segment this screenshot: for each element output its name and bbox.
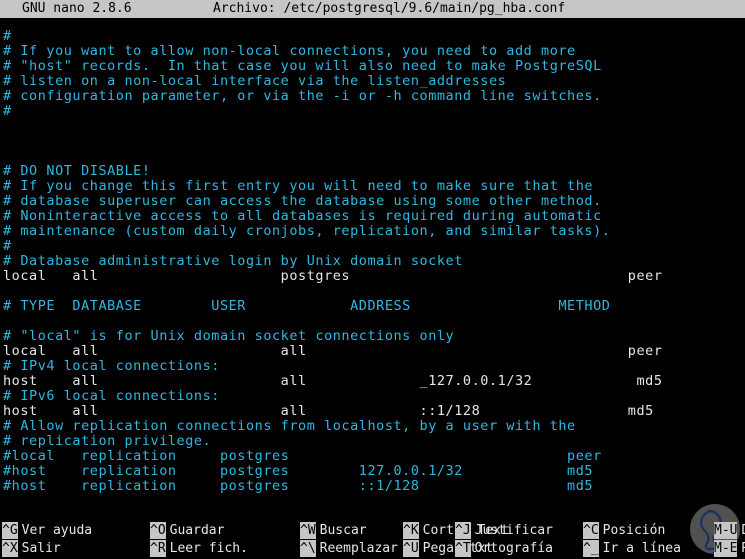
shortcut-label: Guardar xyxy=(166,523,225,538)
open-file-path-label: Archivo: /etc/postgresql/9.6/main/pg_hba… xyxy=(213,0,565,18)
editor-line: # xyxy=(0,104,745,119)
editor-line xyxy=(0,149,745,164)
editor-line: # IPv6 local connections: xyxy=(0,389,745,404)
shortcut-key-badge: ^C xyxy=(583,522,599,539)
nano-editor-window: GNU nano 2.8.6 Archivo: /etc/postgresql/… xyxy=(0,0,745,559)
editor-line: local all postgres peer xyxy=(0,269,745,284)
shortcut-buscar[interactable]: ^WBuscar xyxy=(300,521,367,539)
shortcut-ir-a-l-nea[interactable]: ^_Ir a línea xyxy=(583,539,681,557)
shortcut-key-badge: M-U xyxy=(714,522,737,539)
editor-line: host all all ::1/128 md5 xyxy=(0,404,745,419)
shortcut-label: Buscar xyxy=(316,523,367,538)
editor-line: # xyxy=(0,239,745,254)
nano-version-label: GNU nano 2.8.6 xyxy=(22,0,132,18)
shortcut-label: Rehacer xyxy=(737,541,745,556)
shortcut-key-badge: ^\ xyxy=(300,540,316,557)
editor-line: # TYPE DATABASE USER ADDRESS METHOD xyxy=(0,299,745,314)
editor-line: # configuration parameter, or via the -i… xyxy=(0,89,745,104)
shortcut-label: Leer fich. xyxy=(166,541,248,556)
line-text-after-cursor: 127.0.0.1/32 md5 xyxy=(428,373,662,389)
titlebar: GNU nano 2.8.6 Archivo: /etc/postgresql/… xyxy=(0,0,745,18)
editor-line: # "local" is for Unix domain socket conn… xyxy=(0,329,745,344)
editor-line: # replication privilege. xyxy=(0,434,745,449)
shortcut-label: Deshacer xyxy=(737,523,745,538)
shortcut-guardar[interactable]: ^OGuardar xyxy=(150,521,224,539)
text-cursor: _ xyxy=(420,373,429,389)
shortcut-label: Salir xyxy=(18,541,61,556)
shortcut-label: Ortografía xyxy=(471,541,553,556)
shortcut-key-badge: ^U xyxy=(403,540,419,557)
editor-line: # xyxy=(0,29,745,44)
editor-text-area[interactable]: ## If you want to allow non-local connec… xyxy=(0,18,745,519)
shortcut-key-badge: ^X xyxy=(2,540,18,557)
editor-line xyxy=(0,284,745,299)
shortcut-posici-n[interactable]: ^CPosición xyxy=(583,521,665,539)
editor-line: # Database administrative login by Unix … xyxy=(0,254,745,269)
editor-line: local all all peer xyxy=(0,344,745,359)
shortcut-key-badge: M-E xyxy=(714,540,737,557)
editor-line: # IPv4 local connections: xyxy=(0,359,745,374)
editor-line xyxy=(0,119,745,134)
editor-line: #local replication postgres peer xyxy=(0,449,745,464)
editor-line: host all all _127.0.0.1/32 md5 xyxy=(0,374,745,389)
shortcut-label: Reemplazar xyxy=(316,541,398,556)
shortcut-label: Ir a línea xyxy=(599,541,681,556)
shortcut-label: Ver ayuda xyxy=(18,523,92,538)
shortcut-key-badge: ^R xyxy=(150,540,166,557)
shortcut-ortograf-a[interactable]: ^TOrtografía xyxy=(455,539,553,557)
editor-line: #host replication postgres 127.0.0.1/32 … xyxy=(0,464,745,479)
editor-line: # Allow replication connections from loc… xyxy=(0,419,745,434)
editor-line: # Noninteractive access to all databases… xyxy=(0,209,745,224)
shortcut-key-badge: ^_ xyxy=(583,540,599,557)
editor-line xyxy=(0,134,745,149)
shortcut-justificar[interactable]: ^JJustificar xyxy=(455,521,553,539)
shortcut-key-badge: ^T xyxy=(455,540,471,557)
line-text-before-cursor: host all all xyxy=(3,373,420,389)
shortcut-reemplazar[interactable]: ^\Reemplazar xyxy=(300,539,398,557)
shortcut-rehacer[interactable]: M-ERehacer xyxy=(714,539,745,557)
shortcut-key-badge: ^O xyxy=(150,522,166,539)
editor-line: # listen on a non-local interface via th… xyxy=(0,74,745,89)
editor-line: # If you want to allow non-local connect… xyxy=(0,44,745,59)
editor-line xyxy=(0,314,745,329)
shortcut-deshacer[interactable]: M-UDeshacer xyxy=(714,521,745,539)
shortcut-key-badge: ^J xyxy=(455,522,471,539)
shortcut-leer-fich[interactable]: ^RLeer fich. xyxy=(150,539,248,557)
editor-line: # "host" records. In that case you will … xyxy=(0,59,745,74)
shortcut-key-badge: ^K xyxy=(403,522,419,539)
editor-line: # If you change this first entry you wil… xyxy=(0,179,745,194)
editor-line: #host replication postgres ::1/128 md5 xyxy=(0,479,745,494)
shortcut-label: Justificar xyxy=(471,523,553,538)
shortcut-help-bar: ^GVer ayuda^XSalir^OGuardar^RLeer fich.^… xyxy=(0,519,745,559)
shortcut-key-badge: ^W xyxy=(300,522,316,539)
shortcut-key-badge: ^G xyxy=(2,522,18,539)
shortcut-label: Posición xyxy=(599,523,666,538)
shortcut-ver-ayuda[interactable]: ^GVer ayuda xyxy=(2,521,92,539)
editor-line: # DO NOT DISABLE! xyxy=(0,164,745,179)
editor-line: # maintenance (custom daily cronjobs, re… xyxy=(0,224,745,239)
shortcut-salir[interactable]: ^XSalir xyxy=(2,539,61,557)
editor-line: # database superuser can access the data… xyxy=(0,194,745,209)
